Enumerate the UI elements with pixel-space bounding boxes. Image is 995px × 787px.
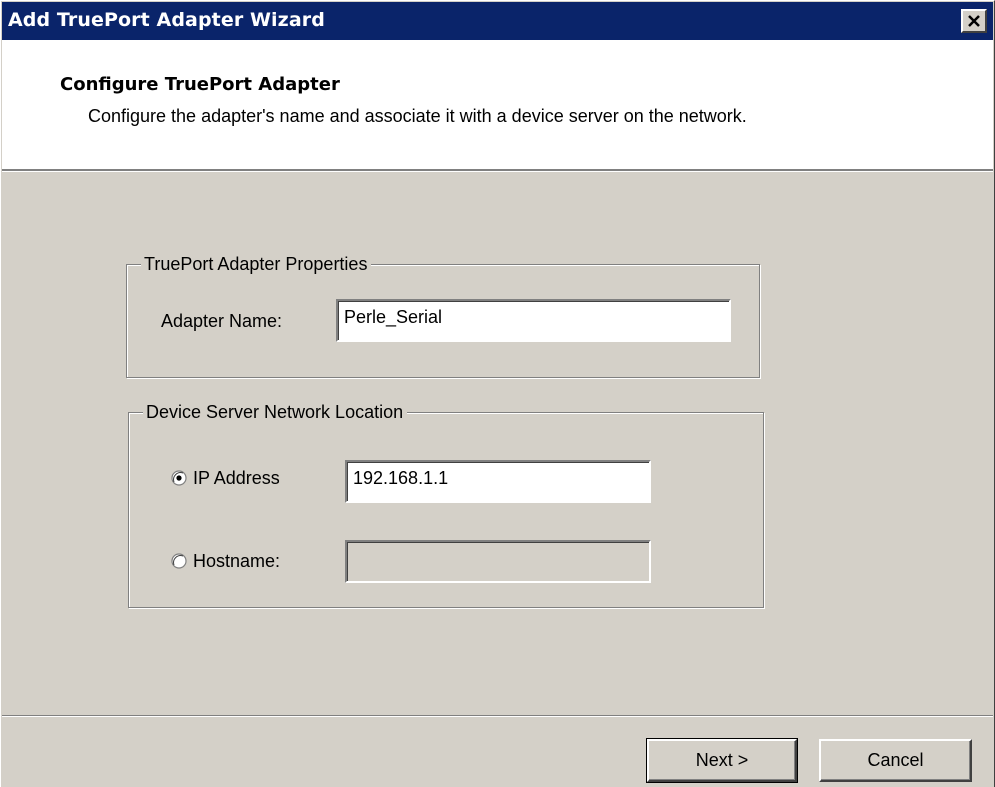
next-button[interactable]: Next > — [646, 738, 798, 783]
adapter-properties-legend: TruePort Adapter Properties — [141, 252, 372, 276]
ip-address-label[interactable]: IP Address — [193, 467, 280, 489]
network-location-legend: Device Server Network Location — [143, 400, 408, 424]
title-bar[interactable]: Add TruePort Adapter Wizard — [2, 2, 993, 40]
wizard-dialog: Add TruePort Adapter Wizard Configure Tr… — [0, 0, 995, 787]
cancel-button[interactable]: Cancel — [819, 739, 972, 782]
header-divider — [2, 171, 993, 172]
page-description: Configure the adapter's name and associa… — [88, 106, 747, 126]
close-icon — [968, 15, 980, 27]
footer-divider-highlight — [2, 716, 993, 717]
adapter-name-label: Adapter Name: — [161, 311, 283, 331]
hostname-label[interactable]: Hostname: — [193, 550, 280, 572]
wizard-header: Configure TruePort Adapter Configure the… — [2, 40, 993, 171]
window-title: Add TruePort Adapter Wizard — [8, 9, 325, 31]
close-button[interactable] — [961, 9, 987, 33]
ip-address-field[interactable]: 192.168.1.1 — [345, 460, 651, 503]
hostname-field[interactable] — [345, 540, 651, 583]
page-title: Configure TruePort Adapter — [60, 74, 340, 95]
adapter-name-field[interactable]: Perle_Serial — [336, 299, 731, 342]
ip-address-radio[interactable] — [171, 470, 187, 486]
hostname-radio[interactable] — [171, 553, 187, 569]
